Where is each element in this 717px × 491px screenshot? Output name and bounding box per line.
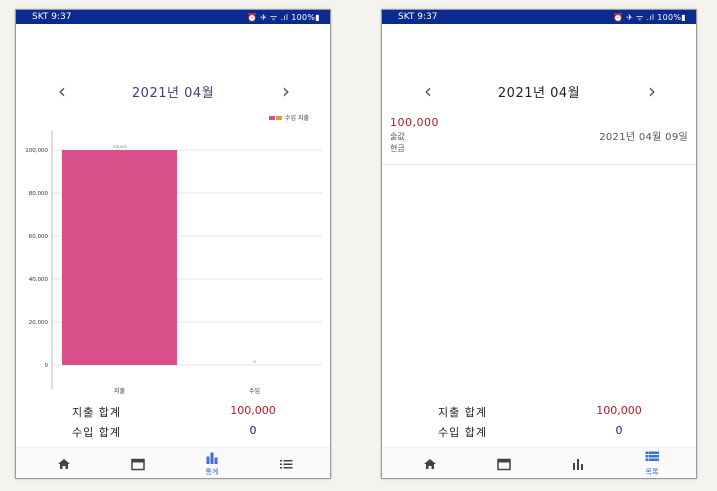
y-tick-label: 60,000	[29, 234, 49, 240]
list-icon	[280, 460, 293, 469]
y-tick-label: 40,000	[29, 277, 49, 283]
legend-swatch-income	[276, 116, 282, 120]
list-item[interactable]: 100,000 술값 현금 2021년 04월 09일	[382, 114, 696, 165]
calendar-icon	[497, 458, 511, 471]
expense-total-label: 지출 합계	[72, 406, 121, 419]
expense-total-value: 100,000	[230, 404, 276, 417]
bar-expense	[62, 150, 177, 365]
month-navigator: ‹ 2021년 04월 ›	[16, 81, 330, 101]
income-total-value: 0	[615, 424, 623, 437]
status-indicators: ⏰ ✈ ᯤ .ıl 100%▮	[247, 12, 320, 22]
nav-list[interactable]: 목록	[622, 448, 682, 478]
entry-payment-method: 현금	[390, 144, 405, 153]
status-bar: SKT 9:37 ⏰ ✈ ᯤ .ıl 100%▮	[16, 10, 330, 24]
income-total-label: 수입 합계	[438, 426, 487, 439]
bar-chart-icon	[573, 459, 583, 470]
next-month-button[interactable]: ›	[648, 81, 656, 101]
statistics-screen: SKT 9:37 ⏰ ✈ ᯤ .ıl 100%▮ ‹ 2021년 04월 › 수…	[15, 9, 331, 479]
legend-swatch-expense	[269, 116, 275, 120]
home-icon	[424, 459, 436, 469]
expense-total-label: 지출 합계	[438, 406, 487, 419]
nav-list[interactable]	[256, 448, 316, 478]
entry-category: 술값	[390, 132, 405, 141]
nav-list-label: 목록	[645, 468, 659, 476]
nav-statistics[interactable]: 통계	[182, 448, 242, 478]
entry-amount: 100,000	[390, 116, 439, 129]
y-tick-label: 80,000	[29, 191, 49, 197]
bar-value-label: 0	[253, 360, 255, 364]
bar-value-label: 100,000	[112, 145, 126, 149]
month-label: 2021년 04월	[497, 85, 581, 101]
list-icon	[645, 451, 659, 461]
bar-chart-icon	[206, 452, 218, 465]
status-time: SKT 9:37	[32, 12, 72, 22]
expense-total-value: 100,000	[596, 404, 642, 417]
income-total-label: 수입 합계	[72, 426, 121, 439]
x-tick-label: 지출	[114, 387, 126, 395]
bottom-nav: 통계	[16, 447, 330, 478]
month-navigator: ‹ 2021년 04월 ›	[382, 81, 696, 101]
y-tick-label: 0	[45, 363, 49, 369]
list-screen: SKT 9:37 ⏰ ✈ ᯤ .ıl 100%▮ ‹ 2021년 04월 › 1…	[381, 9, 697, 479]
y-tick-label: 100,000	[25, 148, 48, 154]
month-label: 2021년 04월	[131, 85, 215, 101]
status-time: SKT 9:37	[398, 12, 438, 22]
bar-chart: 수입 지출 0 20,000 40,000 60,000 80,000 100,000 100…	[25, 114, 322, 395]
nav-home[interactable]	[400, 448, 460, 478]
calendar-icon	[131, 458, 145, 471]
nav-home[interactable]	[34, 448, 94, 478]
entry-date: 2021년 04월 09일	[599, 132, 688, 143]
nav-statistics[interactable]	[548, 448, 608, 478]
legend-label: 수입 지출	[285, 114, 309, 122]
next-month-button[interactable]: ›	[282, 81, 290, 101]
status-bar: SKT 9:37 ⏰ ✈ ᯤ .ıl 100%▮	[382, 10, 696, 24]
status-indicators: ⏰ ✈ ᯤ .ıl 100%▮	[613, 12, 686, 22]
bottom-nav: 목록	[382, 447, 696, 478]
nav-calendar[interactable]	[474, 448, 534, 478]
nav-calendar[interactable]	[108, 448, 168, 478]
x-tick-label: 수입	[249, 387, 260, 395]
home-icon	[58, 459, 70, 469]
prev-month-button[interactable]: ‹	[424, 81, 432, 101]
income-total-value: 0	[249, 424, 257, 437]
prev-month-button[interactable]: ‹	[58, 81, 66, 101]
nav-statistics-label: 통계	[205, 468, 219, 476]
y-tick-label: 20,000	[29, 320, 49, 326]
